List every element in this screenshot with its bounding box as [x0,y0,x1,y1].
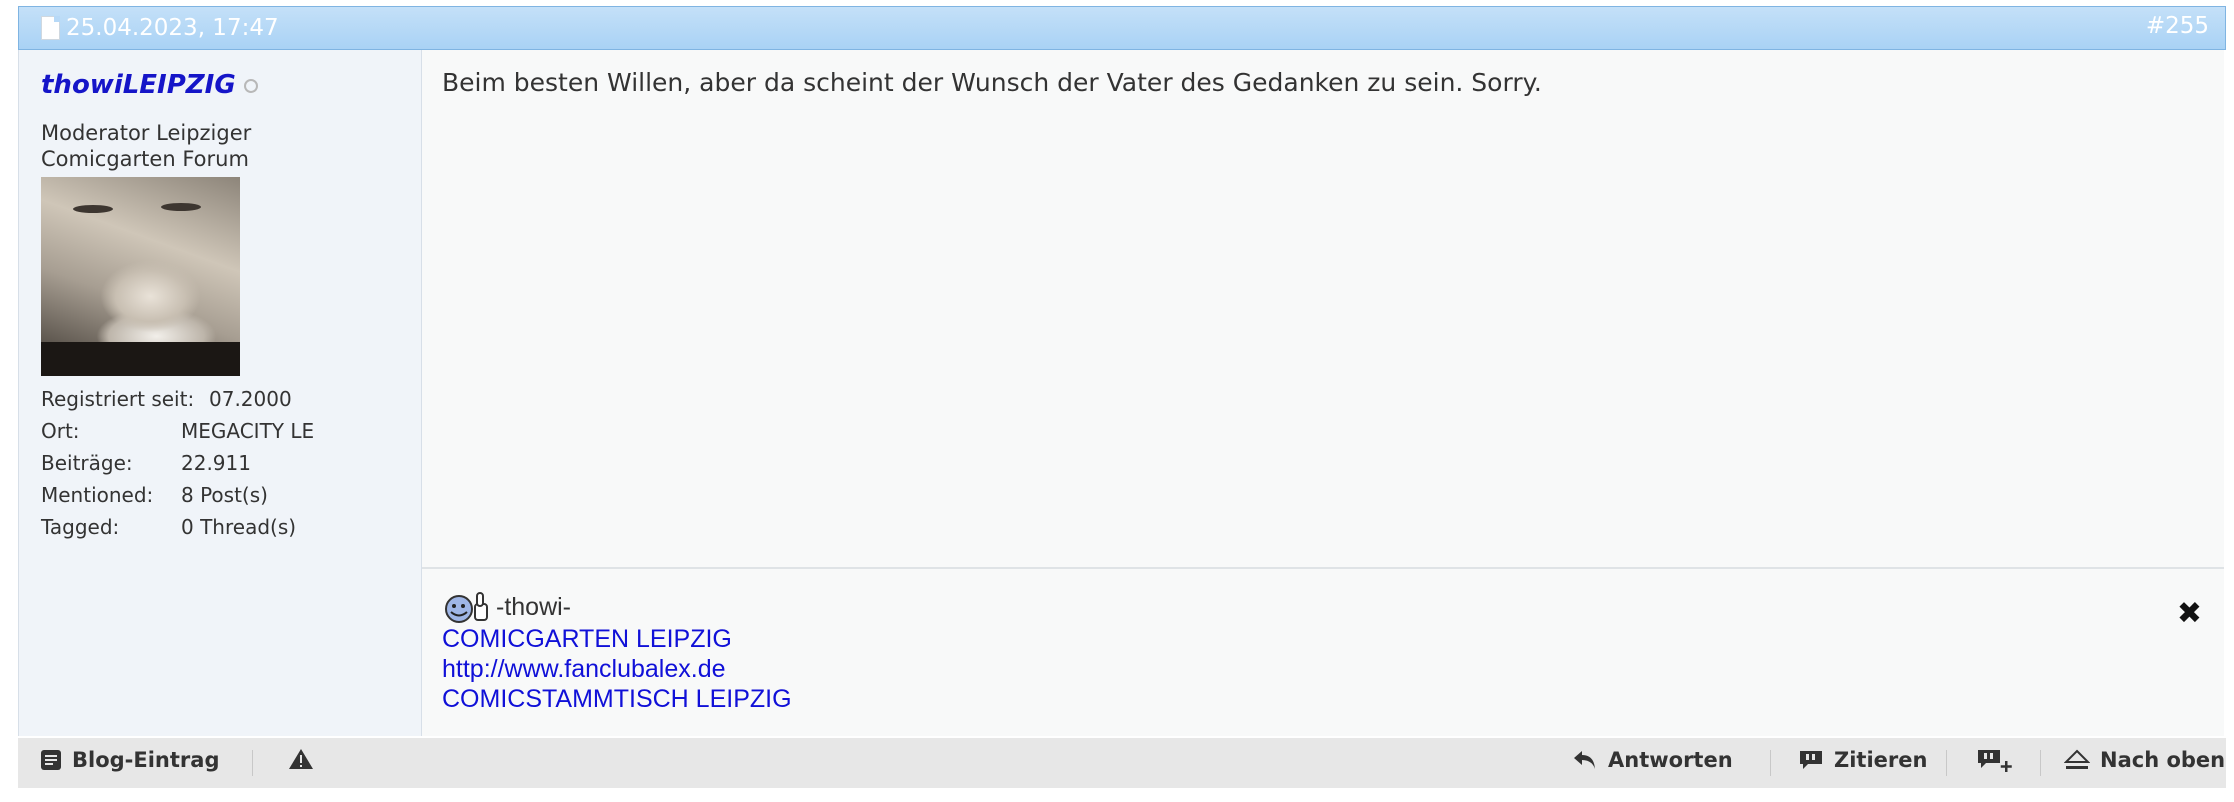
blog-entry-button[interactable]: Blog-Eintrag [40,748,219,772]
stat-label: Registriert seit: [41,387,195,411]
stat-value-link[interactable]: 8 Post(s) [181,483,268,515]
multi-quote-plus-icon [1978,750,2012,772]
signature-link-stammtisch[interactable]: COMICSTAMMTISCH LEIPZIG [442,684,792,714]
stat-label: Ort: [41,419,80,443]
blog-icon [41,750,61,770]
reply-arrow-icon [1574,751,1595,769]
stat-label: Beiträge: [41,451,133,475]
quote-bubble-icon [1800,751,1822,769]
username-link[interactable]: thowiLEIPZIG [41,70,236,100]
back-to-top-label: Nach oben [2100,748,2226,772]
post-footer: Blog-Eintrag Antworten Zitieren Nach obe… [18,738,2226,788]
warning-icon [289,749,313,769]
reply-label: Antworten [1608,748,1733,772]
user-stats: Registriert seit: 07.2000 Ort: MEGACITY LE… [41,387,314,547]
close-icon[interactable]: ✖ [2177,596,2202,631]
quote-button[interactable]: Zitieren [1798,748,1927,772]
avatar[interactable] [41,177,240,376]
reply-button[interactable]: Antworten [1572,748,1733,772]
user-info-panel: thowiLEIPZIG Moderator Leipziger Comicga… [18,50,422,736]
signature-link-comicgarten[interactable]: COMICGARTEN LEIPZIG [442,624,792,654]
stat-label: Tagged: [41,515,120,539]
forum-post: 25.04.2023, 17:47 #255 thowiLEIPZIG Mode… [18,6,2226,790]
offline-status-icon [243,78,258,93]
stat-value: MEGACITY LE [181,419,315,443]
document-icon [41,16,60,40]
blog-entry-label: Blog-Eintrag [72,748,220,772]
eject-up-icon [2064,749,2090,769]
smiley-thumbs-up-icon [445,592,488,623]
signature-name: -thowi- [496,593,572,621]
post-header: 25.04.2023, 17:47 #255 [18,6,2226,50]
signature-link-fanclubalex[interactable]: http://www.fanclubalex.de [442,654,792,684]
stat-value: 22.911 [181,451,251,475]
back-to-top-button[interactable]: Nach oben [2064,748,2225,772]
quote-label: Zitieren [1834,748,1928,772]
post-date: 25.04.2023, 17:47 [66,15,279,41]
stat-label: Mentioned: [41,483,154,507]
signature: -thowi- COMICGARTEN LEIPZIG http://www.f… [442,590,792,714]
user-title: Moderator Leipziger Comicgarten Forum [41,121,252,171]
stat-value-link[interactable]: 0 Thread(s) [181,515,296,547]
post-number-link[interactable]: #255 [2146,13,2209,39]
multi-quote-button[interactable] [1976,748,2016,774]
post-content: Beim besten Willen, aber da scheint der … [422,50,2224,736]
post-message: Beim besten Willen, aber da scheint der … [442,68,1542,97]
stat-value: 07.2000 [209,387,292,411]
signature-divider [422,567,2224,569]
report-button[interactable] [288,748,314,770]
